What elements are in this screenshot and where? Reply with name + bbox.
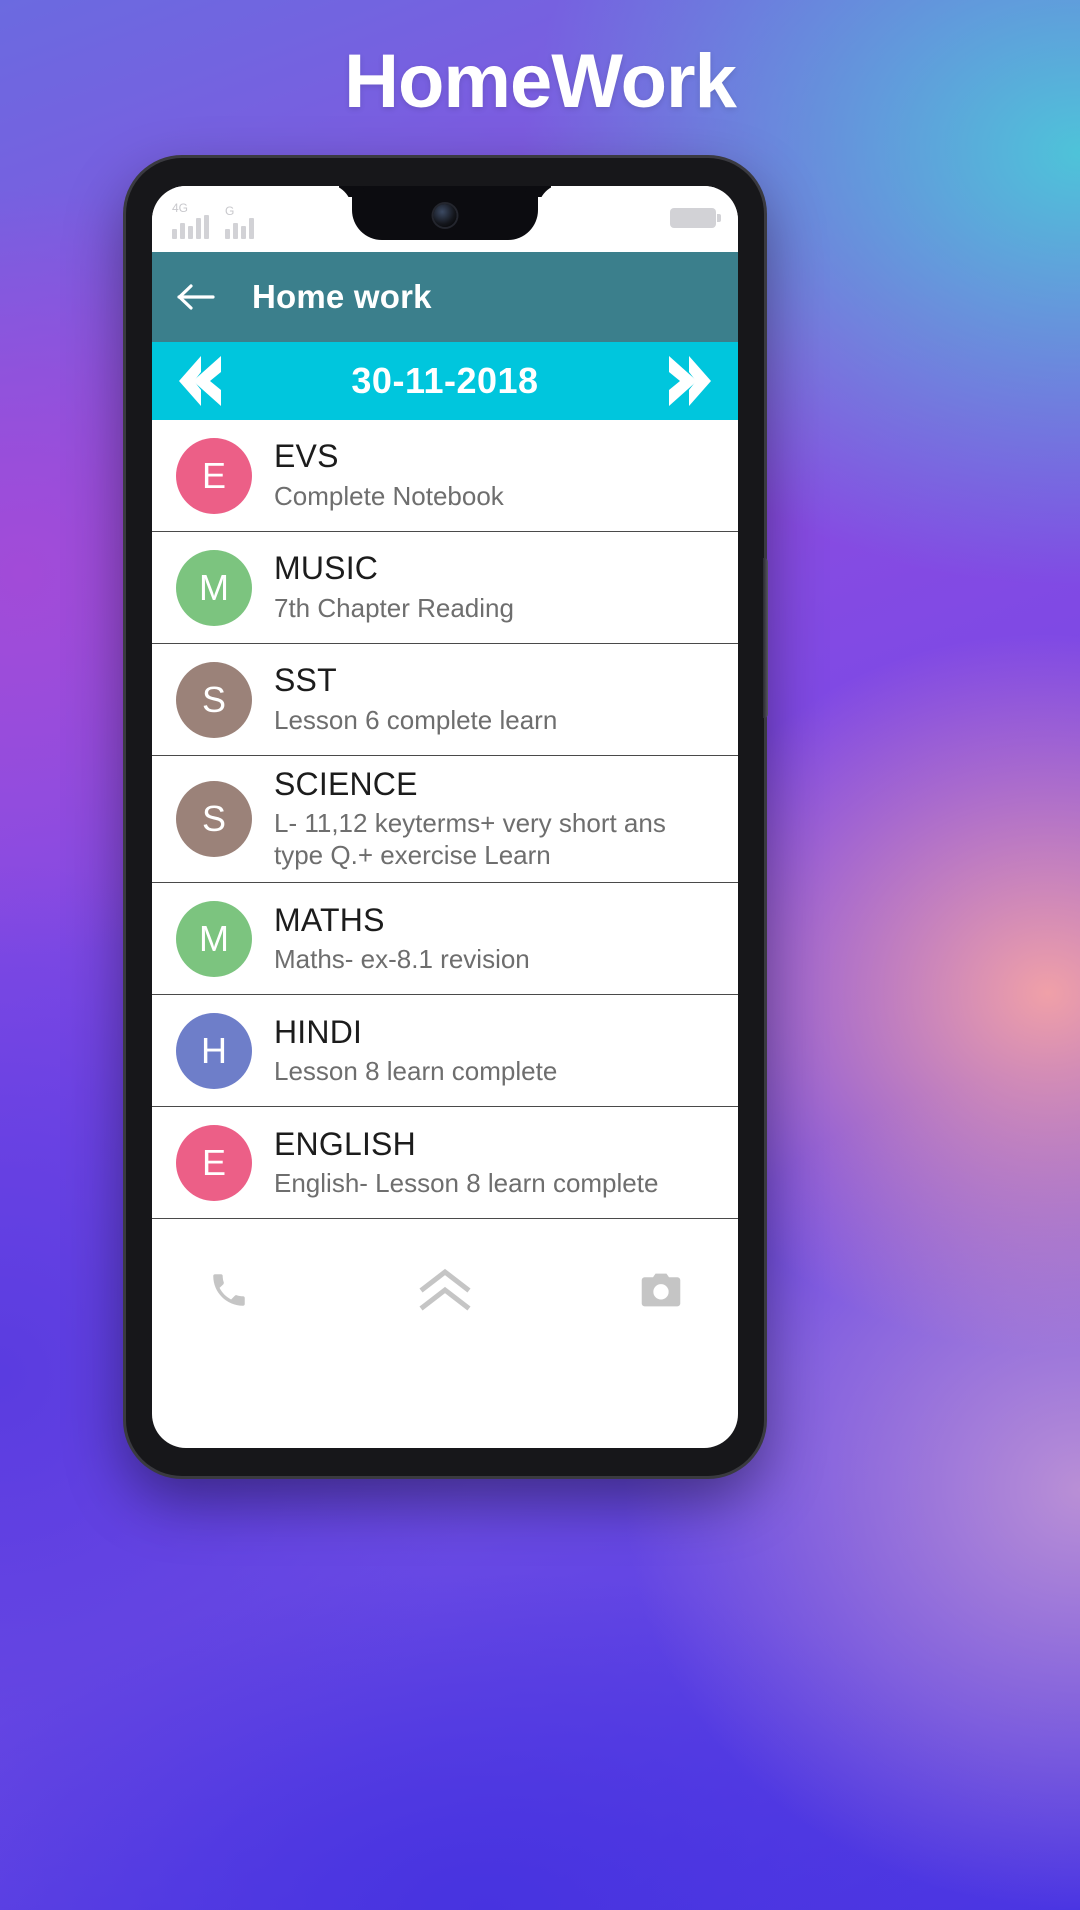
current-date-label: 30-11-2018	[351, 360, 539, 401]
double-chevron-up-icon[interactable]	[412, 1257, 478, 1323]
avatar-initial: S	[201, 678, 226, 720]
list-item[interactable]: M MUSIC 7th Chapter Reading	[152, 532, 738, 644]
list-item-texts: MUSIC 7th Chapter Reading	[274, 540, 722, 634]
homework-description: 7th Chapter Reading	[274, 592, 514, 623]
list-item[interactable]: H HINDI Lesson 8 learn complete	[152, 995, 738, 1108]
front-camera-icon	[433, 204, 457, 227]
signal-bars-icon-2	[225, 218, 254, 239]
page-title: HomeWork	[344, 39, 737, 124]
list-item-texts: EVS Complete Notebook	[274, 428, 722, 522]
battery-icon	[670, 208, 721, 228]
avatar-initial: E	[201, 1141, 226, 1183]
avatar-initial: S	[201, 798, 226, 840]
list-item[interactable]: E EVS Complete Notebook	[152, 420, 738, 532]
signal-bars-icon	[172, 215, 209, 239]
avatar: H	[176, 1012, 252, 1089]
subject-name: MATHS	[274, 901, 385, 938]
app-bar: Home work	[152, 252, 738, 342]
avatar-initial: M	[199, 566, 229, 608]
subject-name: EVS	[274, 438, 339, 475]
network-label-g: G	[225, 204, 235, 218]
avatar: E	[176, 1124, 252, 1201]
list-item-texts: ENGLISH English- Lesson 8 learn complete	[274, 1116, 722, 1210]
chevron-left-icon[interactable]	[174, 353, 230, 409]
subject-name: MUSIC	[274, 550, 379, 587]
app-bar-title: Home work	[252, 278, 432, 315]
homework-description: Maths- ex-8.1 revision	[274, 943, 530, 974]
avatar: S	[176, 661, 252, 738]
phone-mockup: 4G G Home work 30-11-2018 E EVS Complete…	[126, 158, 768, 1476]
subject-name: HINDI	[274, 1013, 363, 1050]
list-item-texts: SST Lesson 6 complete learn	[274, 652, 722, 746]
homework-description: Complete Notebook	[274, 480, 504, 511]
homework-description: English- Lesson 8 learn complete	[274, 1167, 659, 1198]
subject-name: ENGLISH	[274, 1125, 416, 1162]
homework-description: L- 11,12 keyterms+ very short ans type Q…	[274, 808, 666, 871]
homework-description: Lesson 8 learn complete	[274, 1055, 558, 1086]
list-item-texts: SCIENCE L- 11,12 keyterms+ very short an…	[274, 756, 722, 882]
network-label-4g: 4G	[172, 201, 189, 215]
back-arrow-icon[interactable]	[174, 274, 220, 320]
avatar-initial: M	[199, 917, 229, 959]
signal-group-g: G	[225, 205, 254, 239]
avatar: E	[176, 437, 252, 514]
list-item[interactable]: S SCIENCE L- 11,12 keyterms+ very short …	[152, 756, 738, 884]
homework-description: Lesson 6 complete learn	[274, 704, 558, 735]
avatar-initial: E	[201, 454, 226, 496]
phone-screen: 4G G Home work 30-11-2018 E EVS Complete…	[152, 186, 738, 1448]
camera-icon[interactable]	[628, 1257, 694, 1323]
homework-list: E EVS Complete Notebook M MUSIC 7th Chap…	[152, 420, 738, 1242]
signal-indicators: 4G G	[172, 202, 254, 239]
subject-name: SCIENCE	[274, 766, 418, 802]
avatar: S	[176, 781, 252, 858]
list-item[interactable]: M MATHS Maths- ex-8.1 revision	[152, 883, 738, 996]
avatar: M	[176, 900, 252, 977]
avatar: M	[176, 549, 252, 626]
status-bar: 4G G	[152, 186, 738, 252]
signal-group-4g: 4G	[172, 202, 209, 239]
subject-name: SST	[274, 662, 337, 699]
list-item-texts: HINDI Lesson 8 learn complete	[274, 1004, 722, 1098]
avatar-initial: H	[201, 1029, 227, 1071]
phone-icon[interactable]	[196, 1257, 262, 1323]
chevron-right-icon[interactable]	[660, 353, 716, 409]
bottom-navigation-bar	[152, 1242, 738, 1338]
list-item[interactable]: S SST Lesson 6 complete learn	[152, 644, 738, 756]
date-navigation-bar: 30-11-2018	[152, 342, 738, 420]
list-item-texts: MATHS Maths- ex-8.1 revision	[274, 892, 722, 986]
list-item[interactable]: E ENGLISH English- Lesson 8 learn comple…	[152, 1107, 738, 1220]
